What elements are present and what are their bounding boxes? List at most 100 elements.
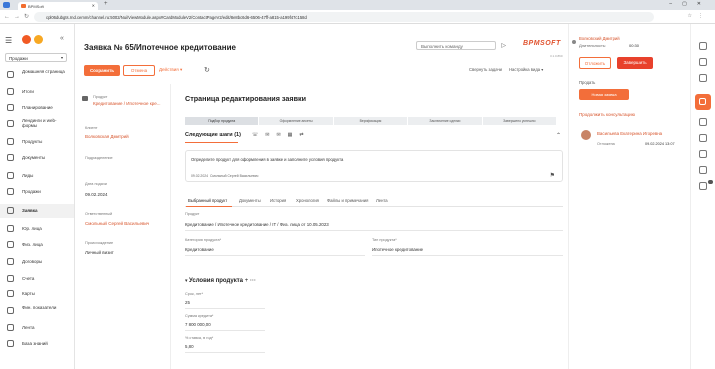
- command-input[interactable]: Выполнить команду ▷: [416, 41, 506, 50]
- sidebar-item[interactable]: Договоры: [0, 255, 74, 269]
- category-value[interactable]: Кредитование: [185, 247, 214, 252]
- nav-icon: [7, 138, 14, 145]
- gear-icon[interactable]: [699, 58, 707, 66]
- conditions-title: Условия продукта + ⋯: [189, 277, 256, 284]
- close-tab-icon[interactable]: ✕: [92, 3, 95, 8]
- sidebar-item[interactable]: Заявка: [0, 204, 74, 218]
- sidebar-item[interactable]: Продажи: [0, 185, 74, 199]
- sidebar-item[interactable]: Документы: [0, 151, 74, 165]
- send-icon[interactable]: ▷: [501, 42, 506, 49]
- sidebar-item[interactable]: Лента: [0, 321, 74, 335]
- finish-button[interactable]: Завершить: [617, 57, 653, 69]
- nav-icon: [7, 154, 14, 161]
- sidebar-item[interactable]: Юр. лица: [0, 222, 74, 236]
- task-card[interactable]: Определите продукт для оформления в заяв…: [185, 150, 563, 182]
- profile-owner-link[interactable]: Смольный Сергей Васильевич: [85, 221, 149, 226]
- actions-button[interactable]: Действия ▾: [159, 67, 182, 73]
- menu-icon[interactable]: ☰: [5, 36, 12, 45]
- next-steps-title[interactable]: Следующие шаги (1): [185, 132, 241, 138]
- rate-value[interactable]: 5,80: [185, 344, 194, 349]
- left-navigation: ☰ « Продажи ▾ Домашняя страница Итоги План…: [0, 24, 75, 369]
- chevron-up-icon[interactable]: ⌃: [556, 132, 561, 139]
- sidebar-item-label: Продукты: [22, 139, 43, 144]
- sidebar-item[interactable]: База знаний: [0, 337, 74, 351]
- navigation-arrows[interactable]: ←→↻: [4, 13, 33, 20]
- email-icon[interactable]: [699, 134, 707, 142]
- sidebar-item[interactable]: Итоги: [0, 85, 74, 99]
- stage-item[interactable]: Верификация: [333, 117, 408, 125]
- stage-item[interactable]: Заключение сделки: [408, 117, 482, 125]
- sidebar-item[interactable]: Фин. показатели: [0, 304, 74, 318]
- type-label: Тип продукта*: [372, 238, 397, 242]
- add-icon[interactable]: + ⋯: [245, 278, 256, 284]
- tab-item[interactable]: Выбранный продукт: [188, 198, 227, 203]
- consultation-person[interactable]: Васильева Екатерина Игоревна: [597, 131, 662, 136]
- amount-value[interactable]: 7 800 000,00: [185, 322, 211, 327]
- profile-owner-label: Ответственный: [85, 212, 113, 216]
- page-title: Заявка № 65/Ипотечное кредитование: [84, 43, 236, 52]
- tab-item[interactable]: Документы: [239, 198, 261, 203]
- calendar-icon[interactable]: [699, 166, 707, 174]
- stage-item[interactable]: Подбор продукта: [185, 117, 259, 125]
- flag-icon[interactable]: ⚑: [550, 172, 555, 179]
- chat-icon[interactable]: [699, 118, 707, 126]
- sidebar-item[interactable]: Лендинги и web-формы: [0, 117, 74, 131]
- sidebar-item[interactable]: Лиды: [0, 169, 74, 183]
- stage-item[interactable]: Оформление анкеты: [259, 117, 333, 125]
- profile-created-value[interactable]: 09.02.2024: [85, 192, 108, 197]
- call-owner[interactable]: Волковский Дмитрий: [579, 36, 620, 41]
- view-settings-button[interactable]: Настройка вида ▾: [509, 67, 543, 72]
- new-request-button[interactable]: Новая заявка: [579, 89, 629, 100]
- save-button[interactable]: Сохранить: [84, 65, 120, 76]
- next-steps-actions[interactable]: ☏✉✉▦⇄: [252, 132, 311, 138]
- sidebar-item[interactable]: Продукты: [0, 135, 74, 149]
- stage-item[interactable]: Завершено успешно: [482, 117, 556, 125]
- communication-rail: [690, 24, 715, 369]
- type-value[interactable]: Ипотечное кредитование: [372, 247, 423, 252]
- collapse-icon[interactable]: «: [60, 35, 64, 42]
- browser-menu-icon[interactable]: [3, 2, 10, 8]
- postpone-button[interactable]: Отложить: [579, 57, 611, 69]
- sidebar-item-label: Лендинги и web-формы: [22, 118, 57, 128]
- sidebar-item-label: Счета: [22, 276, 35, 281]
- sidebar-item[interactable]: Домашняя страница: [0, 68, 74, 82]
- sidebar-item-label: Документы: [22, 155, 46, 160]
- sidebar-item-label: Договоры: [22, 259, 43, 264]
- nav-icon: [7, 104, 14, 111]
- help-icon[interactable]: [699, 74, 707, 82]
- notification-icon[interactable]: [699, 42, 707, 50]
- sidebar-item[interactable]: Карты: [0, 287, 74, 301]
- address-bar-icons[interactable]: ☆⋮: [688, 13, 709, 19]
- profile-product-link[interactable]: Кредитование / Ипотечное кре...: [93, 101, 161, 106]
- sidebar-item[interactable]: Физ. лица: [0, 238, 74, 252]
- sidebar-item[interactable]: Счета: [0, 272, 74, 286]
- tab-item[interactable]: Лента: [376, 198, 388, 203]
- browser-tab[interactable]: BPMSoft ✕: [18, 2, 98, 10]
- task-date: 09.02.2024: [191, 174, 208, 178]
- url-field[interactable]: cpl06dubgts.rnd.cemm/channel.ru:5002/Nui…: [34, 12, 654, 22]
- page-header: Заявка № 65/Ипотечное кредитование Выпол…: [76, 24, 568, 84]
- term-value[interactable]: 25: [185, 300, 190, 305]
- tab-item[interactable]: История: [270, 198, 286, 203]
- profile-origin-value[interactable]: Личный визит: [85, 250, 114, 255]
- tab-item[interactable]: Файлы и примечания: [327, 198, 368, 203]
- browser-tab-title: BPMSoft: [28, 4, 44, 9]
- duration-label: Длительность:: [579, 43, 607, 48]
- new-tab-button[interactable]: +: [104, 1, 108, 7]
- tasks-icon[interactable]: [699, 182, 707, 190]
- conditions-title-text: Условия продукта: [189, 278, 244, 284]
- profile-client-link[interactable]: Волковская Дмитрий: [85, 134, 129, 139]
- phone-panel-icon[interactable]: [695, 94, 711, 110]
- profile-column: Продукт Кредитование / Ипотечное кре... …: [76, 84, 171, 369]
- chevron-down-icon[interactable]: ▾: [185, 278, 188, 284]
- tab-item[interactable]: Хронология: [296, 198, 319, 203]
- feed-icon[interactable]: [699, 150, 707, 158]
- product-value[interactable]: Кредитование / Ипотечное кредитование / …: [185, 222, 329, 227]
- collapse-tasks-link[interactable]: Свернуть задачи: [469, 67, 502, 72]
- cancel-button[interactable]: Отмена: [123, 65, 155, 76]
- sidebar-item-label: Итоги: [22, 89, 34, 94]
- workspace-select[interactable]: Продажи ▾: [5, 53, 67, 62]
- window-controls[interactable]: –▢✕: [669, 1, 711, 7]
- sidebar-item[interactable]: Планирование: [0, 101, 74, 115]
- refresh-icon[interactable]: ↻: [204, 66, 210, 74]
